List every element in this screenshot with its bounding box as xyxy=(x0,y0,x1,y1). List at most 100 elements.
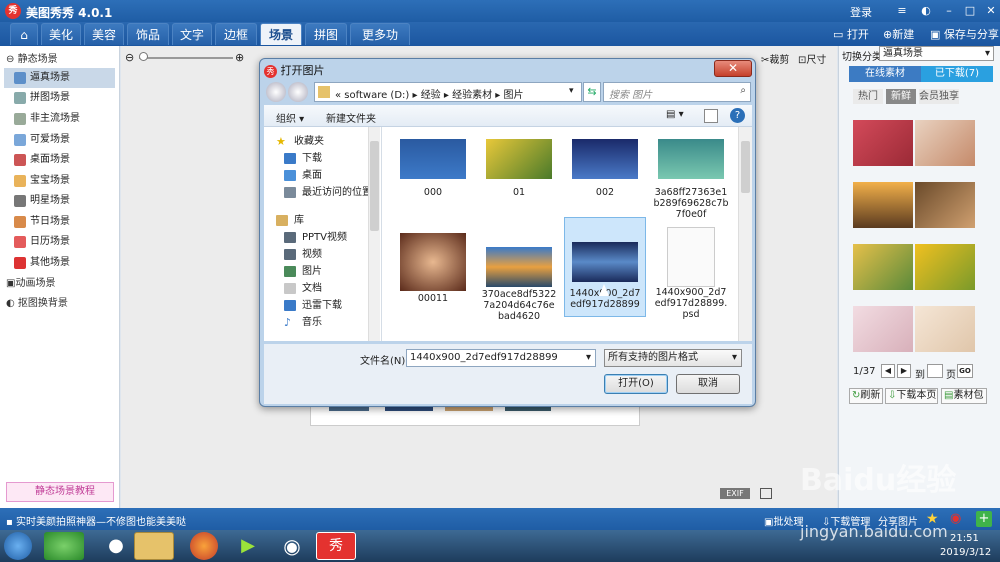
file-item-selected[interactable]: 1440x900_2d7edf917d28899 xyxy=(564,217,646,317)
sidebar-item-desktop[interactable]: 桌面场景 xyxy=(4,150,115,170)
tab-collage[interactable]: 拼图 xyxy=(305,23,347,45)
filter-new[interactable]: 新鲜 xyxy=(886,89,916,104)
nav-libraries[interactable]: 库 xyxy=(276,212,304,229)
forward-button[interactable] xyxy=(288,82,308,102)
chevron-down-icon[interactable]: ▾ xyxy=(569,86,574,96)
material-thumb[interactable] xyxy=(853,182,913,228)
sidebar-item-collage[interactable]: 拼图场景 xyxy=(4,88,115,108)
open-button[interactable]: ▭ 打开 xyxy=(833,26,869,42)
nav-pictures[interactable]: 图片 xyxy=(284,263,322,280)
tab-beauty[interactable]: 美容 xyxy=(84,23,124,45)
sidebar-item-cute[interactable]: 可爱场景 xyxy=(4,130,115,150)
material-thumb[interactable] xyxy=(853,244,913,290)
batch-button[interactable]: ▣批处理 xyxy=(764,513,803,528)
nav-music[interactable]: ♪ 音乐 xyxy=(284,314,322,331)
tab-scene[interactable]: 场景 xyxy=(260,23,302,45)
nav-pptv[interactable]: PPTV视频 xyxy=(284,229,347,246)
file-item[interactable]: 370ace8df53227a204d64c76ebad4620 xyxy=(478,229,560,329)
dialog-close-button[interactable]: ✕ xyxy=(714,60,752,77)
nav-thunder-downloads[interactable]: 迅雷下载 xyxy=(284,297,342,314)
zoom-out-icon[interactable]: ⊖ xyxy=(125,51,134,64)
maximize-icon[interactable]: □ xyxy=(963,4,977,18)
filter-vip[interactable]: 会员独享 xyxy=(919,89,959,104)
page-input[interactable] xyxy=(927,364,943,378)
refresh-icon[interactable]: ⇆ xyxy=(583,82,601,102)
zoom-in-icon[interactable]: ⊕ xyxy=(235,51,244,64)
sidebar-item-nonmainstream[interactable]: 非主流场景 xyxy=(4,109,115,129)
nav-scrollbar[interactable] xyxy=(368,127,380,341)
firefox-icon[interactable] xyxy=(190,532,218,560)
open-file-button[interactable]: 打开(O) xyxy=(604,374,668,394)
file-item[interactable]: 1440x900_2d7edf917d28899.psd xyxy=(650,217,732,320)
file-item[interactable]: 00011 xyxy=(392,229,474,329)
animated-scene-header[interactable]: ▣动画场景 xyxy=(6,274,55,294)
breadcrumb-folder[interactable]: 图片 xyxy=(503,90,523,101)
zoom-slider[interactable] xyxy=(139,57,233,59)
skin-icon[interactable]: ◐ xyxy=(919,4,933,18)
nav-downloads[interactable]: 下载 xyxy=(284,150,322,167)
help-icon[interactable]: ? xyxy=(730,108,745,123)
material-thumb[interactable] xyxy=(915,120,975,166)
category-select[interactable]: 逼真场景 ▾ xyxy=(879,46,994,61)
weibo-icon[interactable]: ◉ xyxy=(950,511,966,527)
tab-downloaded[interactable]: 已下载(7) xyxy=(921,66,993,82)
tutorial-button[interactable]: 静态场景教程 xyxy=(6,482,114,502)
filetype-select[interactable]: 所有支持的图片格式 ▾ xyxy=(604,349,742,367)
crop-button[interactable]: ✂裁剪 xyxy=(761,51,789,66)
tab-online-material[interactable]: 在线素材 xyxy=(849,66,921,82)
home-tab[interactable]: ⌂ xyxy=(10,23,38,45)
sidebar-item-baby[interactable]: 宝宝场景 xyxy=(4,171,115,191)
nav-favorites[interactable]: ★ 收藏夹 xyxy=(276,133,324,150)
prev-page-icon[interactable]: ◀ xyxy=(881,364,895,378)
tab-accessories[interactable]: 饰品 xyxy=(127,23,169,45)
new-button[interactable]: ⊕新建 xyxy=(883,26,914,42)
menu-icon[interactable]: ≡ xyxy=(895,4,909,18)
breadcrumb-folder[interactable]: 经验 xyxy=(421,90,441,101)
nav-recent[interactable]: 最近访问的位置 xyxy=(284,184,372,201)
media-player-icon[interactable]: ▶ xyxy=(228,532,268,560)
nav-desktop[interactable]: 桌面 xyxy=(284,167,322,184)
material-bag-button[interactable]: ▤素材包 xyxy=(941,388,987,404)
record-icon[interactable]: ◉ xyxy=(272,532,312,560)
file-item[interactable]: 01 xyxy=(478,135,560,235)
qq-icon[interactable]: ● xyxy=(96,532,136,560)
download-page-button[interactable]: ⇩下载本页 xyxy=(885,388,938,404)
cancel-button[interactable]: 取消 xyxy=(676,374,740,394)
compare-icon[interactable] xyxy=(760,488,772,499)
filename-input[interactable]: 1440x900_2d7edf917d28899 ▾ xyxy=(406,349,596,367)
new-folder-button[interactable]: 新建文件夹 xyxy=(326,110,376,125)
size-button[interactable]: ⊡尺寸 xyxy=(798,51,826,66)
tab-beautify[interactable]: 美化 xyxy=(41,23,81,45)
start-icon[interactable] xyxy=(4,532,32,560)
go-button[interactable]: GO xyxy=(957,364,973,378)
tab-more[interactable]: 更多功能 ▾ xyxy=(350,23,410,64)
sidebar-item-other[interactable]: 其他场景 xyxy=(4,253,115,273)
exif-icon[interactable]: EXIF xyxy=(720,488,750,499)
refresh-button[interactable]: ↻刷新 xyxy=(849,388,883,404)
cutout-background-header[interactable]: ◐ 抠图换背景 xyxy=(6,294,68,314)
material-thumb[interactable] xyxy=(915,244,975,290)
login-link[interactable]: 登录 xyxy=(850,4,872,20)
organize-menu[interactable]: 组织 ▾ xyxy=(276,110,304,125)
sidebar-item-realistic[interactable]: 逼真场景 xyxy=(4,68,115,88)
meitu-taskbar-icon[interactable]: 秀 xyxy=(316,532,356,560)
back-button[interactable] xyxy=(266,82,286,102)
material-thumb[interactable] xyxy=(853,120,913,166)
sidebar-item-holiday[interactable]: 节日场景 xyxy=(4,212,115,232)
nav-documents[interactable]: 文档 xyxy=(284,280,322,297)
close-icon[interactable]: ✕ xyxy=(984,4,998,18)
browser-360-icon[interactable] xyxy=(44,532,84,560)
file-scrollbar[interactable] xyxy=(738,127,752,341)
nav-videos[interactable]: 视频 xyxy=(284,246,322,263)
file-item[interactable]: 000 xyxy=(392,135,474,235)
sidebar-item-star[interactable]: 明星场景 xyxy=(4,191,115,211)
tab-border[interactable]: 边框 xyxy=(215,23,257,45)
add-plugin-icon[interactable]: + xyxy=(976,511,992,527)
camera-promo-link[interactable]: ▪ 实时美颜拍照神器—不修图也能美美哒 xyxy=(6,513,186,528)
address-bar[interactable]: « software (D:) ▸ 经验 ▸ 经验素材 ▸ 图片 ▾ xyxy=(314,82,582,102)
static-scene-header[interactable]: ⊖ 静态场景 xyxy=(6,50,58,70)
explorer-icon[interactable] xyxy=(134,532,174,560)
save-share-button[interactable]: ▣ 保存与分享 xyxy=(930,26,999,42)
zoom-handle[interactable] xyxy=(139,52,148,61)
breadcrumb-drive[interactable]: software (D:) xyxy=(344,90,409,101)
